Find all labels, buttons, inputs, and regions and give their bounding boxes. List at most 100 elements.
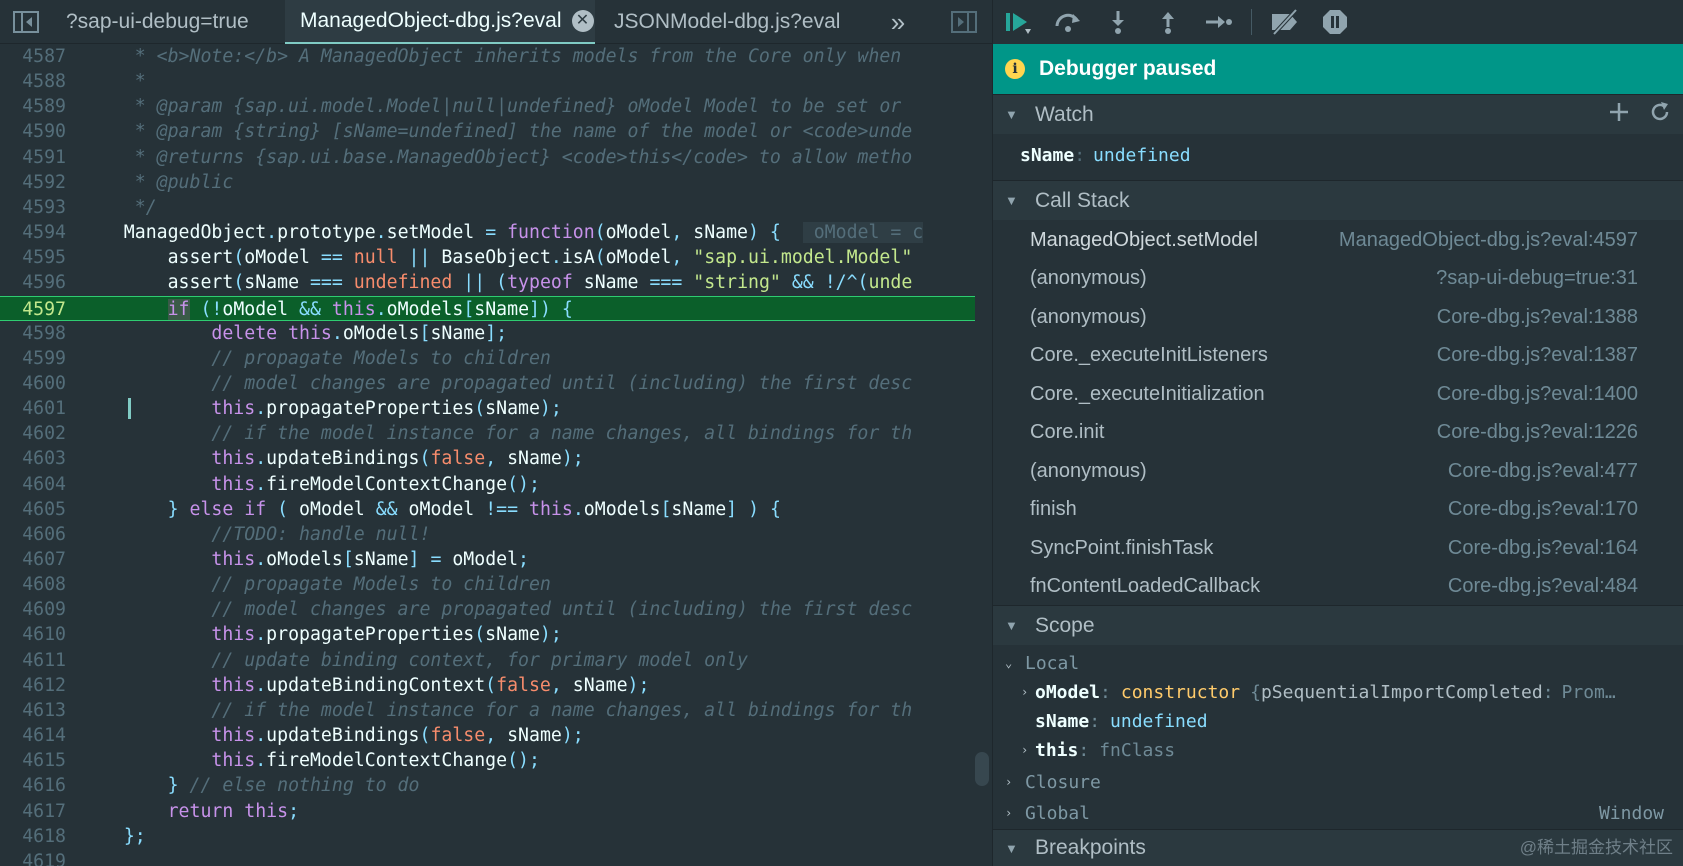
call-stack-frame[interactable]: finish Core-dbg.js?eval:170 <box>993 491 1668 530</box>
scope-global[interactable]: › Global Window <box>993 798 1683 828</box>
line-number[interactable]: 4597 <box>0 297 66 322</box>
code-line[interactable]: 4588 * <box>0 69 975 94</box>
step-over-icon[interactable] <box>1043 0 1093 44</box>
pause-on-exceptions-icon[interactable] <box>1310 0 1360 44</box>
call-stack-frame[interactable]: (anonymous) Core-dbg.js?eval:477 <box>993 452 1668 491</box>
editor-scrollbar-thumb[interactable] <box>975 752 989 786</box>
code-line[interactable]: 4604 this.fireModelContextChange(); <box>0 472 975 497</box>
code-line[interactable]: 4598 delete this.oModels[sName]; <box>0 321 975 346</box>
watch-expression[interactable]: sName: undefined <box>993 135 1683 175</box>
code-line[interactable]: 4610 this.propagateProperties(sName); <box>0 622 975 647</box>
line-number[interactable]: 4588 <box>0 69 66 94</box>
code-line[interactable]: 4606 //TODO: handle null! <box>0 522 975 547</box>
code-line[interactable]: 4616 } // else nothing to do <box>0 773 975 798</box>
code-line[interactable]: 4603 this.updateBindings(false, sName); <box>0 446 975 471</box>
code-line[interactable]: 4590 * @param {string} [sName=undefined]… <box>0 119 975 144</box>
line-number[interactable]: 4598 <box>0 321 66 346</box>
line-number[interactable]: 4590 <box>0 119 66 144</box>
code-line[interactable]: 4607 this.oModels[sName] = oModel; <box>0 547 975 572</box>
line-number[interactable]: 4591 <box>0 145 66 170</box>
line-number[interactable]: 4589 <box>0 94 66 119</box>
toggle-navigator-icon[interactable] <box>0 0 52 44</box>
line-number[interactable]: 4619 <box>0 849 66 866</box>
scope-local[interactable]: ⌄ Local <box>993 648 1683 678</box>
code-line[interactable]: 4617 return this; <box>0 799 975 824</box>
line-number[interactable]: 4616 <box>0 773 66 798</box>
code-line[interactable]: 4596 assert(sName === undefined || (type… <box>0 270 975 295</box>
refresh-icon[interactable] <box>1648 100 1672 130</box>
step-out-icon[interactable] <box>1143 0 1193 44</box>
line-number[interactable]: 4596 <box>0 270 66 295</box>
more-tabs-icon[interactable]: » <box>873 0 923 44</box>
line-number[interactable]: 4609 <box>0 597 66 622</box>
scope-var-this[interactable]: › this: fnClass <box>993 735 1683 765</box>
resume-icon[interactable] <box>993 0 1043 44</box>
close-icon[interactable]: ✕ <box>571 10 594 32</box>
step-icon[interactable] <box>1193 0 1243 44</box>
code-line[interactable]: 4618 }; <box>0 824 975 849</box>
line-number[interactable]: 4615 <box>0 748 66 773</box>
line-number[interactable]: 4611 <box>0 648 66 673</box>
line-number[interactable]: 4617 <box>0 799 66 824</box>
code-line[interactable]: 4612 this.updateBindingContext(false, sN… <box>0 673 975 698</box>
code-line[interactable]: 4609 // model changes are propagated unt… <box>0 597 975 622</box>
call-stack-frame[interactable]: (anonymous) Core-dbg.js?eval:1388 <box>993 298 1668 337</box>
line-number[interactable]: 4614 <box>0 723 66 748</box>
code-line[interactable]: 4601 this.propagateProperties(sName); <box>0 396 975 421</box>
scope-var-sname[interactable]: sName: undefined <box>993 706 1683 736</box>
call-stack-frame[interactable]: ManagedObject.setModel ManagedObject-dbg.… <box>993 221 1668 260</box>
call-stack-frame[interactable]: Core._executeInitListeners Core-dbg.js?ev… <box>993 337 1668 376</box>
scope-var-omodel[interactable]: › oModel: constructor {pSequentialImport… <box>993 677 1683 707</box>
add-watch-icon[interactable] <box>1608 101 1630 129</box>
line-number[interactable]: 4593 <box>0 195 66 220</box>
code-line[interactable]: 4611 // update binding context, for prim… <box>0 648 975 673</box>
call-stack-frame[interactable]: (anonymous) ?sap-ui-debug=true:31 <box>993 260 1668 299</box>
code-line[interactable]: 4595 assert(oModel == null || BaseObject… <box>0 245 975 270</box>
line-number[interactable]: 4595 <box>0 245 66 270</box>
line-number[interactable]: 4606 <box>0 522 66 547</box>
code-line[interactable]: 4589 * @param {sap.ui.model.Model|null|u… <box>0 94 975 119</box>
scope-section-header[interactable]: ▼ Scope <box>993 605 1683 645</box>
call-stack-frame[interactable]: Core.init Core-dbg.js?eval:1226 <box>993 414 1668 453</box>
scope-closure[interactable]: › Closure <box>993 767 1683 797</box>
line-number[interactable]: 4592 <box>0 170 66 195</box>
code-line[interactable]: 4591 * @returns {sap.ui.base.ManagedObje… <box>0 145 975 170</box>
code-line[interactable]: 4602 // if the model instance for a name… <box>0 421 975 446</box>
code-line[interactable]: 4608 // propagate Models to children <box>0 572 975 597</box>
line-number[interactable]: 4587 <box>0 44 66 69</box>
tab-jsonmodel[interactable]: JSONModel-dbg.js?eval <box>600 0 870 44</box>
line-number[interactable]: 4599 <box>0 346 66 371</box>
code-line[interactable]: 4592 * @public <box>0 170 975 195</box>
step-into-icon[interactable] <box>1093 0 1143 44</box>
code-line[interactable]: 4615 this.fireModelContextChange(); <box>0 748 975 773</box>
call-stack-frame[interactable]: Core._executeInitialization Core-dbg.js?e… <box>993 375 1668 414</box>
line-number[interactable]: 4608 <box>0 572 66 597</box>
code-line[interactable]: 4600 // model changes are propagated unt… <box>0 371 975 396</box>
code-line[interactable]: 4593 */ <box>0 195 975 220</box>
code-line[interactable]: 4613 // if the model instance for a name… <box>0 698 975 723</box>
line-number[interactable]: 4603 <box>0 446 66 471</box>
deactivate-breakpoints-icon[interactable] <box>1260 0 1310 44</box>
code-line[interactable]: 4587 * <b>Note:</b> A ManagedObject inhe… <box>0 44 975 69</box>
line-number[interactable]: 4602 <box>0 421 66 446</box>
line-number[interactable]: 4600 <box>0 371 66 396</box>
call-stack-frame[interactable]: fnContentLoadedCallback Core-dbg.js?eval:… <box>993 568 1668 607</box>
line-number[interactable]: 4601 <box>0 396 66 421</box>
line-number[interactable]: 4594 <box>0 220 66 245</box>
code-line[interactable]: 4619 <box>0 849 975 866</box>
call-stack-frame[interactable]: SyncPoint.finishTask Core-dbg.js?eval:164 <box>993 529 1668 568</box>
code-line-paused[interactable]: 4597 if (!oModel && this.oModels[sName])… <box>0 295 975 322</box>
line-number[interactable]: 4604 <box>0 472 66 497</box>
call-stack-section-header[interactable]: ▼ Call Stack <box>993 180 1683 220</box>
watch-section-header[interactable]: ▼ Watch <box>993 94 1683 134</box>
tab-managedobject[interactable]: ManagedObject-dbg.js?eval ✕ <box>285 0 595 44</box>
line-number[interactable]: 4612 <box>0 673 66 698</box>
code-line[interactable]: 4614 this.updateBindings(false, sName); <box>0 723 975 748</box>
line-number[interactable]: 4605 <box>0 497 66 522</box>
code-line[interactable]: 4594 ManagedObject.prototype.setModel = … <box>0 220 975 245</box>
toggle-debugger-icon[interactable] <box>938 0 990 44</box>
code-area[interactable]: 4587 * <b>Note:</b> A ManagedObject inhe… <box>0 44 992 866</box>
line-number[interactable]: 4613 <box>0 698 66 723</box>
line-number[interactable]: 4610 <box>0 622 66 647</box>
code-line[interactable]: 4599 // propagate Models to children <box>0 346 975 371</box>
